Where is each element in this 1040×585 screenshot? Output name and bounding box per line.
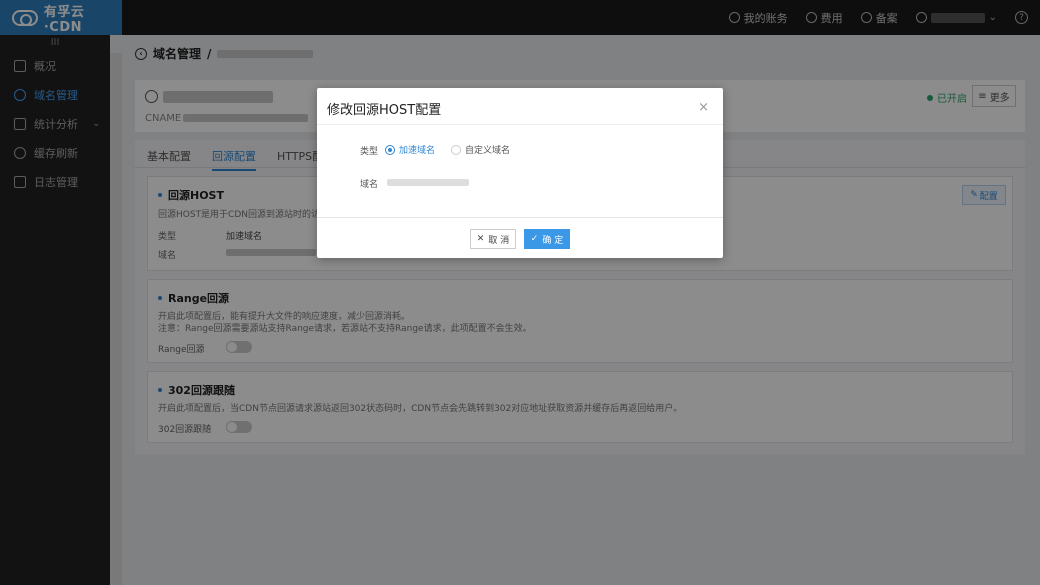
confirm-button[interactable]: ✓ 确 定 xyxy=(524,229,570,249)
check-icon: ✓ xyxy=(530,234,539,244)
radio-custom-domain[interactable]: 自定义域名 xyxy=(451,143,510,156)
radio-checked-icon xyxy=(385,144,395,155)
radio-accelerated-domain[interactable]: 加速域名 xyxy=(385,143,435,156)
type-label: 类型 xyxy=(360,147,379,157)
close-icon[interactable]: × xyxy=(698,100,709,115)
dialog-title: 修改回源HOST配置 xyxy=(327,103,442,118)
radio-unchecked-icon xyxy=(451,144,461,155)
edit-origin-host-dialog: 修改回源HOST配置 × 类型 加速域名 自定义域名 域名 ✕ 取 消 ✓ 确 … xyxy=(317,88,723,258)
domain-label: 域名 xyxy=(360,180,379,190)
domain-value xyxy=(387,179,469,186)
close-icon: ✕ xyxy=(476,234,485,244)
cancel-button[interactable]: ✕ 取 消 xyxy=(470,229,516,249)
